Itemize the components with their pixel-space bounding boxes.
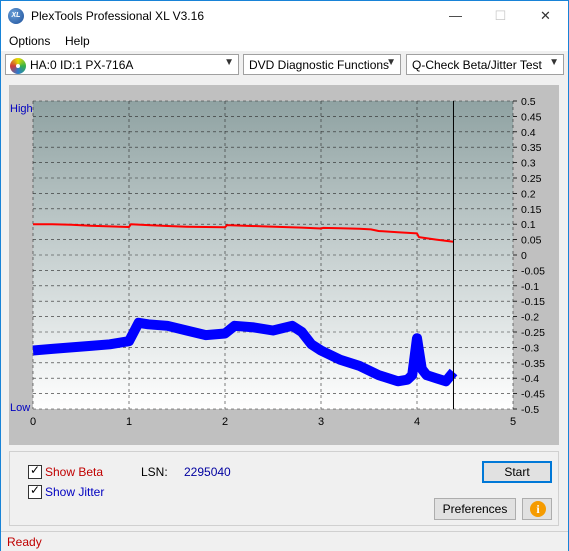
y-label-high: High (10, 103, 33, 115)
y-axis-right: 0.5 0.45 0.4 0.35 0.3 0.25 0.2 0.15 0.1 0.05 0 -0.0… (513, 96, 545, 416)
chart-panel: 012345 0.5 0.45 0.4 0.35 0.3 0.25 0.2 0.15 0.1 0.… (9, 85, 559, 445)
y-tick-label: -0.1 (521, 281, 539, 293)
title-bar[interactable]: XL PlexTools Professional XL V3.16 — ☐ ✕ (1, 1, 568, 31)
y-tick-label: -0.45 (521, 389, 545, 401)
checkmark-icon: ✓ (30, 483, 41, 497)
status-text: Ready (7, 535, 42, 549)
y-tick-label: -0.4 (521, 373, 539, 385)
status-bar: Ready (1, 531, 568, 551)
y-tick-label: 0.25 (521, 173, 542, 185)
info-icon: i (530, 501, 546, 517)
close-button[interactable]: ✕ (523, 1, 568, 31)
menu-help[interactable]: Help (65, 34, 90, 48)
app-window: XL PlexTools Professional XL V3.16 — ☐ ✕… (0, 0, 569, 551)
x-tick-label: 2 (222, 416, 228, 428)
show-beta-checkbox[interactable]: ✓ (28, 463, 42, 479)
window-title: PlexTools Professional XL V3.16 (31, 9, 204, 23)
checkmark-icon: ✓ (30, 463, 41, 477)
x-tick-label: 4 (414, 416, 420, 428)
y-tick-label: 0.3 (521, 158, 536, 170)
x-tick-label: 5 (510, 416, 516, 428)
x-axis: 0 1 2 3 4 5 (30, 416, 516, 428)
function-select[interactable]: DVD Diagnostic Functions ▼ (243, 54, 401, 75)
x-tick-label: 1 (126, 416, 132, 428)
grid (32, 100, 514, 410)
y-label-low: Low (10, 402, 30, 414)
options-panel: ✓ Show Beta ✓ Show Jitter LSN: 2295040 S… (9, 451, 559, 526)
show-jitter-checkbox[interactable]: ✓ (28, 483, 42, 499)
y-tick-label: 0.45 (521, 111, 542, 123)
test-select[interactable]: Q-Check Beta/Jitter Test ▼ (406, 54, 564, 75)
y-tick-label: 0.2 (521, 188, 536, 200)
lsn-value: 2295040 (184, 465, 231, 479)
y-tick-label: -0.25 (521, 327, 545, 339)
minimize-button[interactable]: — (433, 1, 478, 31)
x-tick-label: 3 (318, 416, 324, 428)
y-tick-label: 0 (521, 250, 527, 262)
disc-drive-icon (10, 58, 26, 74)
toolbar: HA:0 ID:1 PX-716A ▼ DVD Diagnostic Funct… (1, 53, 568, 79)
app-logo-icon: XL (8, 8, 24, 24)
chevron-down-icon: ▼ (386, 57, 396, 68)
y-tick-label: -0.35 (521, 358, 545, 370)
y-tick-label: -0.5 (521, 404, 539, 416)
y-tick-label: -0.05 (521, 265, 545, 277)
lsn-label: LSN: (141, 465, 168, 479)
show-jitter-label[interactable]: Show Jitter (45, 485, 104, 499)
chevron-down-icon: ▼ (549, 57, 559, 68)
menu-bar: Options Help (1, 31, 568, 51)
y-tick-label: 0.4 (521, 127, 536, 139)
start-button[interactable]: Start (482, 461, 552, 483)
beta-jitter-chart: 012345 0.50.450.40.350.30.250.20.150.10.… (10, 96, 545, 428)
y-tick-label: -0.2 (521, 312, 539, 324)
function-select-value: DVD Diagnostic Functions (249, 58, 390, 72)
y-tick-label: 0.15 (521, 204, 542, 216)
drive-select-value: HA:0 ID:1 PX-716A (30, 58, 134, 72)
y-tick-label: 0.05 (521, 235, 542, 247)
preferences-button[interactable]: Preferences (434, 498, 516, 520)
chevron-down-icon: ▼ (224, 57, 234, 68)
test-select-value: Q-Check Beta/Jitter Test (412, 58, 542, 72)
y-tick-label: -0.3 (521, 342, 539, 354)
info-button[interactable]: i (522, 498, 552, 520)
y-tick-label: -0.15 (521, 296, 545, 308)
maximize-button[interactable]: ☐ (478, 1, 523, 31)
y-tick-label: 0.35 (521, 142, 542, 154)
menu-options[interactable]: Options (9, 34, 50, 48)
y-tick-label: 0.5 (521, 96, 536, 108)
show-beta-label[interactable]: Show Beta (45, 465, 103, 479)
drive-select[interactable]: HA:0 ID:1 PX-716A ▼ (5, 54, 239, 75)
y-tick-label: 0.1 (521, 219, 536, 231)
x-tick-label: 0 (30, 416, 36, 428)
